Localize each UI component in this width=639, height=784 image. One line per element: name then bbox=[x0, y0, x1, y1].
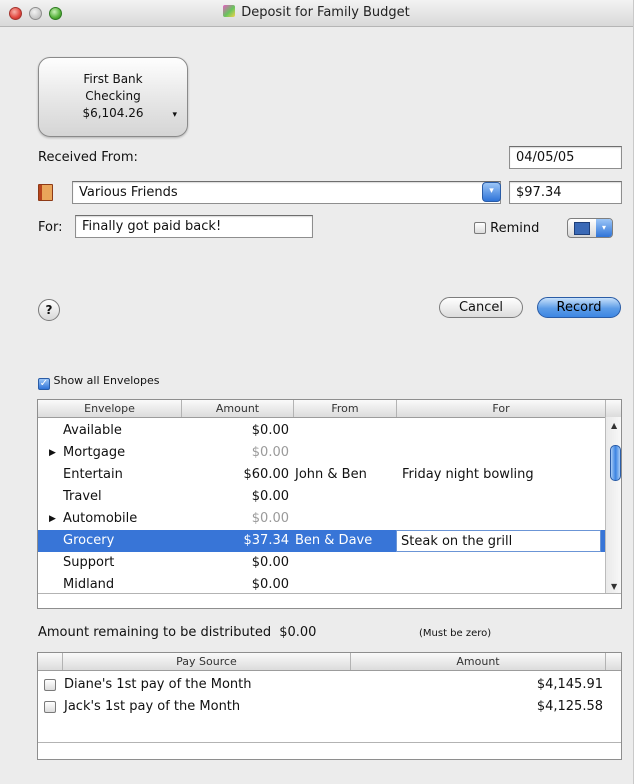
calendar-popup-button[interactable]: ▾ bbox=[567, 218, 613, 238]
chevron-down-icon: ▾ bbox=[596, 219, 612, 237]
envelope-row[interactable]: Grocery $37.34 Ben & Dave Steak on the gril… bbox=[38, 530, 605, 552]
envelopes-table[interactable]: Envelope Amount From For Available $0.00 ▶… bbox=[37, 399, 622, 609]
envelope-row[interactable]: ▶ Mortgage $0.00 bbox=[38, 442, 605, 464]
remind-checkbox-box[interactable] bbox=[474, 222, 486, 234]
envelopes-table-footer bbox=[38, 593, 621, 608]
pay-source-row[interactable]: Diane's 1st pay of the Month $4,145.91 bbox=[38, 674, 621, 695]
scroll-thumb[interactable] bbox=[610, 445, 621, 481]
show-all-envelopes-label: Show all Envelopes bbox=[53, 374, 160, 387]
envelope-amount[interactable]: $0.00 bbox=[252, 445, 289, 460]
calendar-icon bbox=[574, 222, 590, 235]
column-header-envelope[interactable]: Envelope bbox=[38, 402, 181, 415]
app-icon bbox=[223, 5, 236, 17]
envelope-name: Travel bbox=[63, 489, 102, 504]
envelope-for[interactable]: Friday night bowling bbox=[402, 467, 534, 482]
amount-remaining: Amount remaining to be distributed $0.00 bbox=[38, 625, 316, 640]
payee-dropdown-button[interactable]: ▾ bbox=[482, 182, 501, 202]
envelope-name: Entertain bbox=[63, 467, 123, 482]
pay-sources-table[interactable]: Pay Source Amount Diane's 1st pay of the… bbox=[37, 652, 622, 760]
title-bar[interactable]: Deposit for Family Budget bbox=[0, 0, 633, 27]
deposit-window: Deposit for Family Budget First Bank Che… bbox=[0, 0, 634, 784]
envelopes-scrollbar[interactable]: ▲ ▼ bbox=[605, 417, 621, 593]
chevron-down-icon: ▾ bbox=[172, 110, 177, 120]
pay-source-amount: $4,145.91 bbox=[536, 677, 603, 692]
envelope-from[interactable]: John & Ben bbox=[295, 467, 367, 482]
envelope-for-edit-field[interactable]: Steak on the grill bbox=[396, 530, 601, 552]
remind-checkbox[interactable]: Remind bbox=[474, 221, 539, 236]
amount-remaining-value: $0.00 bbox=[279, 625, 317, 640]
payee-field[interactable]: Various Friends bbox=[72, 181, 501, 204]
pay-source-row[interactable]: Jack's 1st pay of the Month $4,125.58 bbox=[38, 696, 621, 717]
date-field[interactable]: 04/05/05 bbox=[509, 146, 622, 169]
envelope-name: Midland bbox=[63, 577, 115, 592]
disclosure-triangle-icon[interactable]: ▶ bbox=[49, 514, 56, 524]
account-selector-button[interactable]: First Bank Checking $6,104.26 ▾ bbox=[38, 57, 188, 137]
column-header-pay-amount[interactable]: Amount bbox=[351, 655, 605, 668]
column-header-for[interactable]: For bbox=[397, 402, 605, 415]
pay-sources-header: Pay Source Amount bbox=[38, 653, 621, 671]
envelope-from[interactable]: Ben & Dave bbox=[295, 533, 372, 548]
pay-source-checkbox[interactable] bbox=[44, 679, 56, 691]
checkmark-icon[interactable]: ✓ bbox=[38, 378, 50, 390]
envelope-row[interactable]: Travel $0.00 bbox=[38, 486, 605, 508]
for-field[interactable]: Finally got paid back! bbox=[75, 215, 313, 238]
envelope-amount[interactable]: $60.00 bbox=[244, 467, 290, 482]
envelope-name: Grocery bbox=[63, 533, 115, 548]
must-be-zero-note: (Must be zero) bbox=[419, 628, 492, 639]
envelopes-table-header: Envelope Amount From For bbox=[38, 400, 621, 418]
amount-field[interactable]: $97.34 bbox=[509, 181, 622, 204]
received-from-label: Received From: bbox=[38, 150, 138, 165]
pay-sources-footer bbox=[38, 742, 621, 759]
envelope-name: Automobile bbox=[63, 511, 138, 526]
column-header-pay-source[interactable]: Pay Source bbox=[63, 655, 350, 668]
address-book-icon[interactable] bbox=[38, 184, 53, 201]
pay-source-name: Jack's 1st pay of the Month bbox=[64, 699, 241, 714]
column-header-amount[interactable]: Amount bbox=[182, 402, 293, 415]
envelope-amount[interactable]: $0.00 bbox=[252, 555, 289, 570]
envelope-amount[interactable]: $0.00 bbox=[252, 489, 289, 504]
remind-label: Remind bbox=[490, 221, 540, 236]
for-label: For: bbox=[38, 220, 63, 235]
window-title: Deposit for Family Budget bbox=[0, 5, 633, 20]
scroll-down-arrow-icon[interactable]: ▼ bbox=[611, 582, 617, 591]
pay-source-name: Diane's 1st pay of the Month bbox=[64, 677, 252, 692]
pay-source-checkbox[interactable] bbox=[44, 701, 56, 713]
envelope-amount[interactable]: $0.00 bbox=[252, 423, 289, 438]
record-button[interactable]: Record bbox=[537, 297, 621, 318]
envelope-amount[interactable]: $0.00 bbox=[252, 511, 289, 526]
envelope-amount[interactable]: $37.34 bbox=[244, 533, 290, 548]
envelope-row[interactable]: ▶ Automobile $0.00 bbox=[38, 508, 605, 530]
help-button[interactable]: ? bbox=[38, 299, 60, 321]
envelope-name: Mortgage bbox=[63, 445, 126, 460]
envelope-amount[interactable]: $0.00 bbox=[252, 577, 289, 592]
account-label: First Bank Checking $6,104.26 bbox=[82, 72, 144, 120]
disclosure-triangle-icon[interactable]: ▶ bbox=[49, 448, 56, 458]
envelope-name: Support bbox=[63, 555, 115, 570]
amount-remaining-label: Amount remaining to be distributed bbox=[38, 625, 272, 640]
envelope-row[interactable]: Available $0.00 bbox=[38, 420, 605, 442]
show-all-envelopes-checkbox[interactable]: ✓ Show all Envelopes bbox=[38, 374, 160, 390]
column-header-from[interactable]: From bbox=[294, 402, 396, 415]
envelope-name: Available bbox=[63, 423, 122, 438]
envelope-row[interactable]: Support $0.00 bbox=[38, 552, 605, 574]
scroll-up-arrow-icon[interactable]: ▲ bbox=[611, 421, 617, 430]
envelope-for: Steak on the grill bbox=[401, 534, 513, 549]
cancel-button[interactable]: Cancel bbox=[439, 297, 523, 318]
envelope-row[interactable]: Entertain $60.00 John & Ben Friday night bo… bbox=[38, 464, 605, 486]
pay-source-amount: $4,125.58 bbox=[536, 699, 603, 714]
